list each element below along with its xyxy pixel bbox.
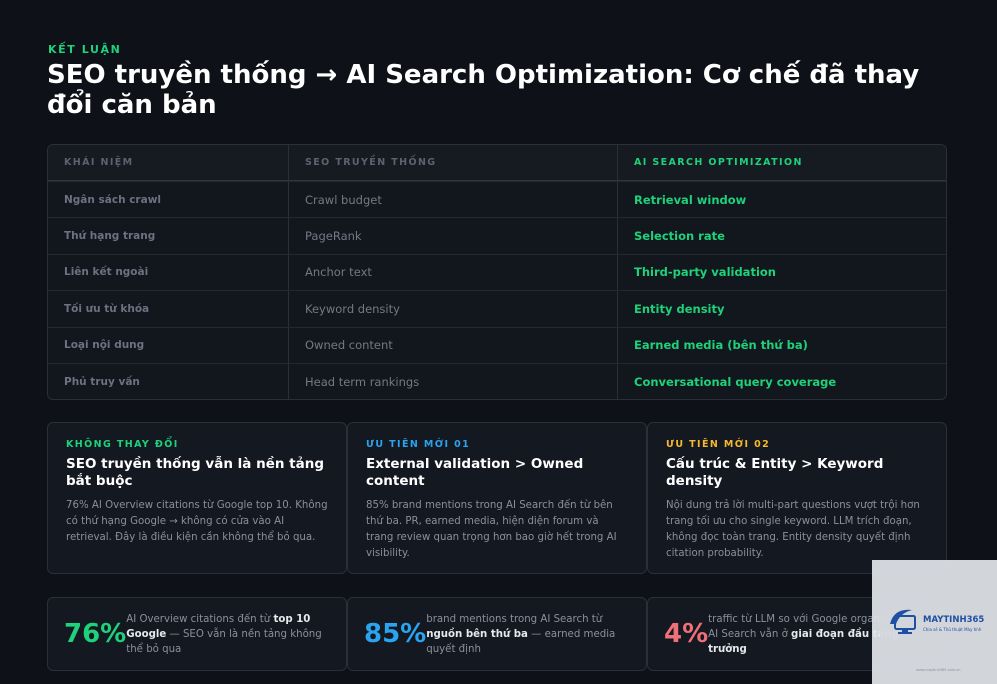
card-tag: ƯU TIÊN MỚI 01 xyxy=(366,439,471,450)
card-body: 76% AI Overview citations từ Google top … xyxy=(66,500,328,543)
traditional-seo-cell: Owned content xyxy=(289,327,618,363)
watermark-badge: MAYTINH365 Chia sẻ & Thủ thuật Máy tính … xyxy=(872,560,997,684)
stat-description: AI Overview citations đến từ top 10 Goog… xyxy=(126,612,326,657)
concept-cell: Ngân sách crawl xyxy=(48,182,289,218)
card-body: Nội dung trả lời multi-part questions vư… xyxy=(666,500,920,559)
page-title: SEO truyền thống → AI Search Optimizatio… xyxy=(47,60,920,120)
table-row: Liên kết ngoài Anchor text Third-party v… xyxy=(48,253,946,291)
table-row: Loại nội dung Owned content Earned media… xyxy=(48,326,946,363)
card-title: SEO truyền thống vẫn là nền tảng bắt buộ… xyxy=(66,456,324,489)
column-header-ai-search: AI SEARCH OPTIMIZATION xyxy=(634,157,803,168)
stat-value: 4% xyxy=(664,619,709,649)
concept-cell: Thứ hạng trang xyxy=(48,218,289,254)
stat-card: 85% brand mentions trong AI Search từ ng… xyxy=(347,597,647,671)
traditional-seo-cell: Crawl budget xyxy=(289,182,618,218)
ai-search-cell: Conversational query coverage xyxy=(634,374,837,389)
concept-cell: Tối ưu từ khóa xyxy=(48,291,289,327)
stat-text-pre: brand mentions trong AI Search từ xyxy=(426,613,603,625)
stat-card: 76% AI Overview citations đến từ top 10 … xyxy=(47,597,347,671)
table-row: Phủ truy vấn Head term rankings Conversa… xyxy=(48,362,946,399)
card-title: Cấu trúc & Entity > Keyword density xyxy=(666,456,884,489)
table-header-row: KHÁI NIỆM SEO TRUYỀN THỐNG AI SEARCH OPT… xyxy=(48,145,946,181)
card-title: External validation > Owned content xyxy=(366,456,584,489)
table-row: Tối ưu từ khóa Keyword density Entity de… xyxy=(48,290,946,327)
column-header-traditional-seo: SEO TRUYỀN THỐNG xyxy=(289,145,618,180)
card-priority-01: ƯU TIÊN MỚI 01 External validation > Own… xyxy=(347,422,647,574)
priority-cards: KHÔNG THAY ĐỔI SEO truyền thống vẫn là n… xyxy=(47,422,947,574)
card-body: 85% brand mentions trong AI Search đến t… xyxy=(366,500,617,559)
ai-search-cell: Retrieval window xyxy=(634,192,747,207)
concept-cell: Loại nội dung xyxy=(48,327,289,363)
monitor-logo-icon xyxy=(890,609,916,634)
concept-cell: Phủ truy vấn xyxy=(48,363,289,399)
traditional-seo-cell: Keyword density xyxy=(289,291,618,327)
watermark-url: www.maytinh365.com.vn xyxy=(916,668,961,672)
ai-search-cell: Entity density xyxy=(634,301,725,316)
stat-text-pre: AI Overview citations đến từ xyxy=(126,613,274,625)
traditional-seo-cell: Head term rankings xyxy=(289,363,618,399)
stat-value: 76% xyxy=(64,619,127,649)
table-row: Thứ hạng trang PageRank Selection rate xyxy=(48,217,946,254)
card-tag: ƯU TIÊN MỚI 02 xyxy=(666,439,771,450)
table-row: Ngân sách crawl Crawl budget Retrieval w… xyxy=(48,181,946,218)
stats-row: 76% AI Overview citations đến từ top 10 … xyxy=(47,597,947,671)
card-tag: KHÔNG THAY ĐỔI xyxy=(66,439,179,450)
section-eyebrow: KẾT LUẬN xyxy=(48,43,122,56)
stat-description: brand mentions trong AI Search từ nguồn … xyxy=(426,612,626,657)
column-header-concept: KHÁI NIỆM xyxy=(48,145,289,180)
stat-text-bold: nguồn bên thứ ba xyxy=(426,628,528,640)
watermark-name: MAYTINH365 xyxy=(923,615,985,625)
ai-search-cell: Third-party validation xyxy=(634,265,776,280)
traditional-seo-cell: PageRank xyxy=(289,218,618,254)
traditional-seo-cell: Anchor text xyxy=(289,254,618,291)
card-priority-02: ƯU TIÊN MỚI 02 Cấu trúc & Entity > Keywo… xyxy=(647,422,947,574)
card-unchanged: KHÔNG THAY ĐỔI SEO truyền thống vẫn là n… xyxy=(47,422,347,574)
stat-value: 85% xyxy=(364,619,427,649)
watermark-tagline: Chia sẻ & Thủ thuật Máy tính xyxy=(923,627,982,632)
comparison-table: KHÁI NIỆM SEO TRUYỀN THỐNG AI SEARCH OPT… xyxy=(47,144,947,400)
concept-cell: Liên kết ngoài xyxy=(48,254,289,291)
ai-search-cell: Selection rate xyxy=(634,229,725,244)
ai-search-cell: Earned media (bên thứ ba) xyxy=(634,338,808,353)
